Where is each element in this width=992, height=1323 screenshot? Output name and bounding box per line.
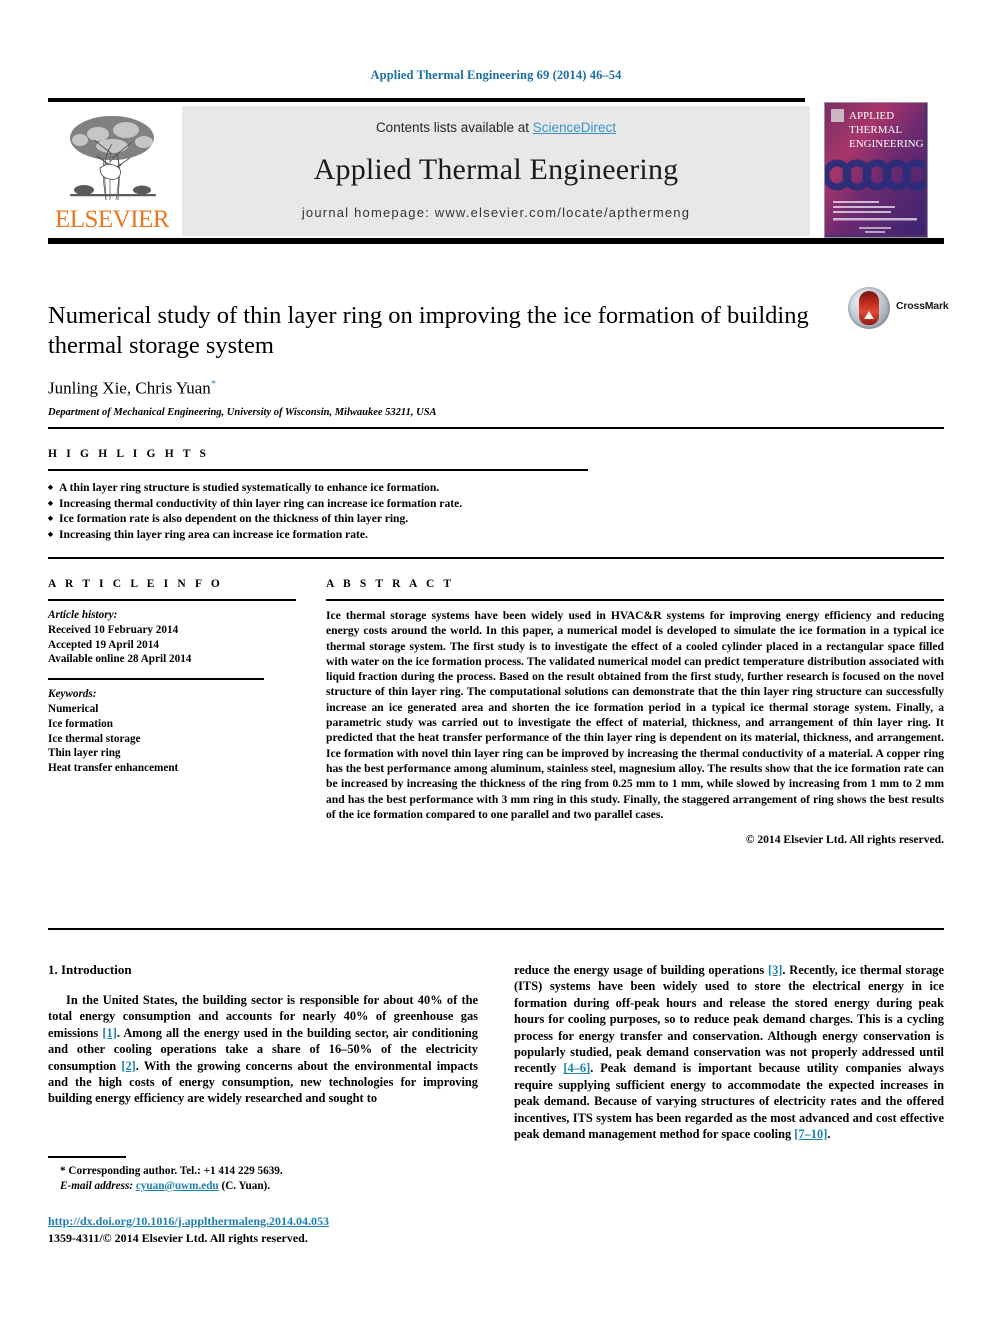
list-item: Ice formation rate is also dependent on … [48,511,648,527]
citation-ref-7-10[interactable]: [7–10] [794,1127,827,1141]
introduction-paragraph-right: reduce the energy usage of building oper… [514,962,944,1142]
abstract-column: A B S T R A C T Ice thermal storage syst… [326,578,944,846]
keyword-item: Ice formation [48,717,113,730]
body-column-right: reduce the energy usage of building oper… [514,962,944,1142]
journal-masthead: ELSEVIER Contents lists available at Sci… [48,98,944,244]
highlights-heading: H I G H L I G H T S [48,448,210,460]
journal-article-page: Applied Thermal Engineering 69 (2014) 46… [0,0,992,1323]
keyword-item: Heat transfer enhancement [48,762,179,775]
elsevier-wordmark: ELSEVIER [54,206,170,233]
history-item: Received 10 February 2014 [48,623,179,636]
introduction-paragraph-left: In the United States, the building secto… [48,992,478,1107]
masthead-center-panel: Contents lists available at ScienceDirec… [182,106,810,236]
intro-text-d: reduce the energy usage of building oper… [514,963,768,977]
rule-above-highlights [48,427,944,429]
keywords-label: Keywords: [48,688,97,701]
author-names: Junling Xie, Chris Yuan [48,378,211,398]
contents-prefix-text: Contents lists available at [375,120,533,135]
history-item: Available online 28 April 2014 [48,653,192,666]
citation-ref-4-6[interactable]: [4–6] [563,1061,590,1075]
abstract-copyright: © 2014 Elsevier Ltd. All rights reserved… [745,833,944,847]
author-list: Junling Xie, Chris Yuan* [48,378,944,399]
journal-cover-thumbnail[interactable]: APPLIED THERMAL ENGINEERING [824,102,928,238]
journal-homepage-link[interactable]: journal homepage: www.elsevier.com/locat… [182,205,810,220]
elsevier-tree-icon [54,108,172,204]
article-title-block: Numerical study of thin layer ring on im… [48,285,949,419]
elsevier-logo: ELSEVIER [48,106,176,234]
journal-title: Applied Thermal Engineering [313,153,679,186]
doi-link[interactable]: http://dx.doi.org/10.1016/j.applthermale… [48,1214,329,1228]
page-title: Numerical study of thin layer ring on im… [48,302,809,360]
keyword-item: Numerical [48,702,99,715]
email-link[interactable]: cyuan@uwm.edu [136,1180,219,1192]
svg-text:THERMAL: THERMAL [849,124,902,136]
highlights-section: H I G H L I G H T S A thin layer ring st… [48,448,648,542]
intro-text-e: . Recently, ice thermal storage (ITS) sy… [514,963,944,1076]
masthead-top-rule [48,98,805,102]
citation-ref-2[interactable]: [2] [121,1059,135,1073]
article-history-block: Article history: Received 10 February 20… [48,601,296,667]
history-item: Accepted 19 April 2014 [48,638,159,651]
svg-text:APPLIED: APPLIED [849,110,894,122]
crossmark-label: CrossMark [896,300,949,312]
keyword-item: Ice thermal storage [48,732,141,745]
citation-ref-1[interactable]: [1] [102,1026,116,1040]
article-history-label: Article history: [48,609,118,621]
contents-available-line: Contents lists available at ScienceDirec… [182,120,810,135]
intro-text-g: . [827,1127,831,1142]
citation-ref-3[interactable]: [3] [768,963,782,977]
footnote-rule [48,1156,126,1158]
article-info-column: A R T I C L E I N F O Article history: R… [48,578,296,776]
footer-doi-block: http://dx.doi.org/10.1016/j.applthermale… [48,1212,488,1246]
highlights-list: A thin layer ring structure is studied s… [48,471,648,542]
rule-above-article-info [48,557,944,559]
issn-copyright-line: 1359-4311/© 2014 Elsevier Ltd. All right… [48,1231,308,1245]
sciencedirect-link[interactable]: ScienceDirect [533,120,616,135]
svg-text:ENGINEERING: ENGINEERING [849,138,924,150]
crossmark-arrow-icon [864,311,874,319]
article-info-heading: A R T I C L E I N F O [48,578,223,590]
footnote-email-line: E-mail address: cyuan@uwm.edu (C. Yuan). [48,1179,478,1194]
footnote-corresponding-line: * Corresponding author. Tel.: +1 414 229… [60,1164,283,1177]
masthead-bottom-rule [48,238,944,244]
rule-above-body [48,928,944,930]
body-column-left: 1. Introduction In the United States, th… [48,962,478,1107]
email-label: E-mail address: [60,1179,134,1192]
keyword-item: Thin layer ring [48,747,121,760]
list-item: Increasing thermal conductivity of thin … [48,496,648,512]
email-suffix: (C. Yuan). [221,1179,271,1192]
affiliation: Department of Mechanical Engineering, Un… [48,407,437,419]
keywords-block: Keywords: Numerical Ice formation Ice th… [48,680,296,776]
introduction-heading: 1. Introduction [48,962,132,977]
crossmark-disc-icon [848,287,890,329]
crossmark-book-icon [859,291,879,325]
corresponding-author-footnote: * Corresponding author. Tel.: +1 414 229… [48,1156,478,1194]
abstract-heading: A B S T R A C T [326,578,455,590]
list-item: A thin layer ring structure is studied s… [48,480,648,496]
list-item: Increasing thin layer ring area can incr… [48,527,648,543]
crossmark-badge[interactable]: CrossMark [848,287,949,331]
running-head: Applied Thermal Engineering 69 (2014) 46… [370,68,622,82]
abstract-text: Ice thermal storage systems have been wi… [326,609,944,821]
corresponding-author-marker: * [210,377,217,390]
